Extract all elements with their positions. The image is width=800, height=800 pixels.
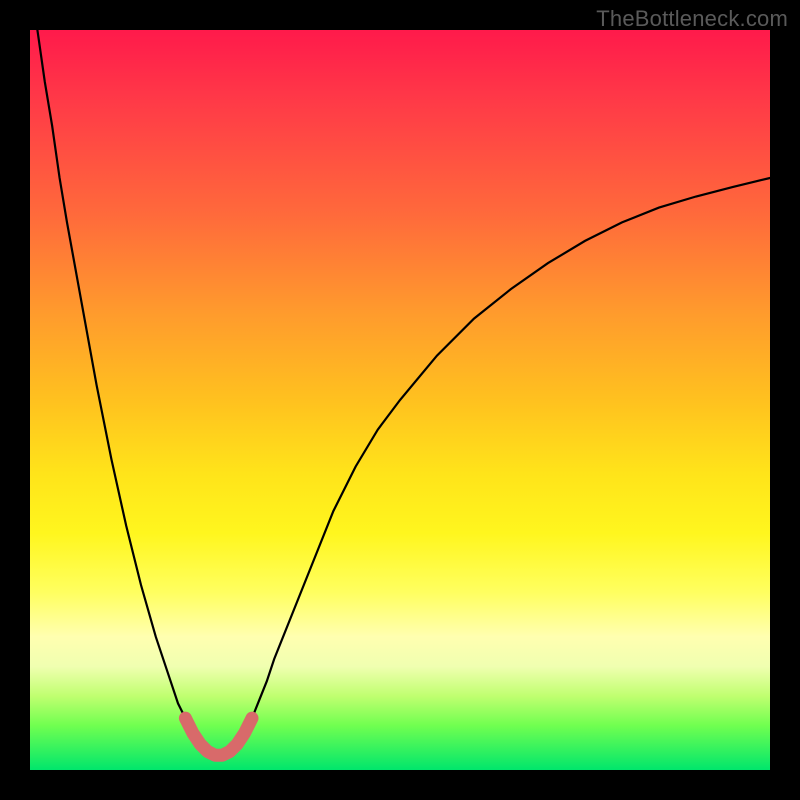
curve-svg [30,30,770,770]
watermark-text: TheBottleneck.com [596,6,788,32]
plot-area [30,30,770,770]
bottleneck-curve-path [37,30,770,755]
chart-frame: TheBottleneck.com [0,0,800,800]
highlight-segment-path [185,718,252,755]
